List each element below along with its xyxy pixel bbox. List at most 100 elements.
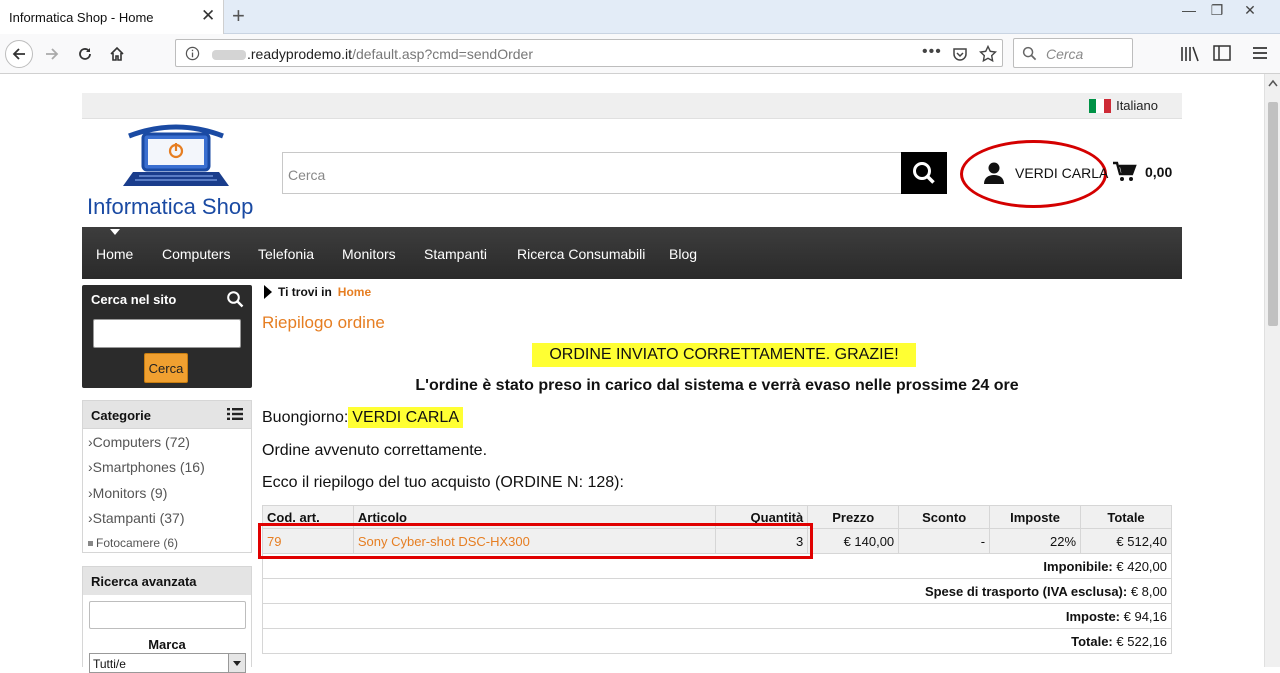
close-tab-icon[interactable]: ✕ — [201, 7, 215, 25]
shipping-row: Spese di trasporto (IVA esclusa): € 8,00 — [262, 578, 1172, 604]
annotation-rectangle — [258, 523, 813, 559]
list-icon[interactable] — [227, 407, 243, 421]
total-value: € 522,16 — [1116, 633, 1167, 649]
breadcrumb: Ti trovi in Home — [264, 285, 371, 299]
greeting: Buongiorno: VERDI CARLA — [262, 407, 463, 428]
back-icon[interactable] — [5, 40, 33, 68]
browser-toolbar: .readyprodemo.it/default.asp?cmd=sendOrd… — [0, 34, 1280, 74]
page-title: Riepilogo ordine — [262, 313, 385, 332]
category-stampanti[interactable]: ›Stampanti (37) — [88, 510, 185, 526]
col-header-discount: Sconto — [898, 505, 991, 529]
menu-item-blog[interactable]: Blog — [669, 246, 697, 262]
hamburger-menu-icon[interactable] — [1252, 46, 1268, 60]
imponibile-value: € 420,00 — [1116, 558, 1167, 574]
browser-tab-strip: Informatica Shop - Home ✕ + — ❐ ✕ — [0, 0, 1280, 35]
chevron-down-icon — [228, 654, 245, 672]
site-search-input[interactable]: Cerca — [282, 152, 902, 194]
bullet-square-icon — [88, 541, 93, 547]
forward-icon[interactable] — [38, 40, 66, 68]
col-header-tax: Imposte — [989, 505, 1082, 529]
advanced-search-box: Ricerca avanzata Marca Tutti/e — [82, 566, 252, 673]
menu-caret-icon — [110, 229, 120, 235]
advanced-search-input[interactable] — [89, 601, 246, 629]
main-menu: Home Computers Telefonia Monitors Stampa… — [82, 227, 1182, 279]
browser-search-field[interactable]: Cerca — [1013, 38, 1133, 68]
tax-value: € 94,16 — [1123, 608, 1167, 624]
language-strip: Italiano — [82, 93, 1182, 119]
col-header-price: Prezzo — [807, 505, 900, 529]
col-header-total: Totale — [1080, 505, 1172, 529]
category-monitors[interactable]: ›Monitors (9) — [88, 485, 167, 501]
home-icon[interactable] — [103, 40, 131, 68]
pocket-icon[interactable] — [952, 46, 968, 62]
restore-icon[interactable]: ❐ — [1202, 2, 1232, 19]
tab-title: Informatica Shop - Home — [9, 10, 154, 25]
url-text: .readyprodemo.it/default.asp?cmd=sendOrd… — [212, 46, 533, 62]
triangle-right-icon — [264, 285, 272, 299]
brand-select[interactable]: Tutti/e — [89, 653, 246, 673]
order-confirm-text: Ordine avvenuto correttamente. — [262, 442, 488, 459]
categories-header: Categorie — [83, 401, 251, 429]
site-logo[interactable]: Informatica Shop — [85, 124, 270, 220]
cart-icon — [1113, 161, 1137, 181]
browser-tab[interactable]: Informatica Shop - Home ✕ — [0, 0, 224, 35]
site-search-button[interactable] — [901, 152, 947, 194]
user-icon — [984, 162, 1004, 184]
cart-link[interactable]: 0,00 — [1113, 161, 1172, 183]
user-account-link[interactable]: VERDI CARLA — [983, 161, 1108, 185]
cart-total: 0,00 — [1145, 164, 1173, 180]
breadcrumb-home-link[interactable]: Home — [338, 285, 371, 299]
advanced-search-header: Ricerca avanzata — [83, 567, 251, 595]
shipping-value: € 8,00 — [1130, 583, 1167, 599]
sidebar-toggle-icon[interactable] — [1213, 45, 1231, 61]
new-tab-icon[interactable]: + — [232, 3, 245, 29]
page-actions-icon[interactable]: ••• — [922, 43, 942, 61]
sidebar-search-input[interactable] — [93, 319, 241, 348]
sidebar-search-title: Cerca nel sito — [91, 292, 177, 307]
window-close-icon[interactable]: ✕ — [1235, 2, 1265, 19]
brand-label: Marca — [148, 637, 186, 652]
menu-item-ricerca-consumabili[interactable]: Ricerca Consumabili — [517, 246, 645, 262]
site-search-placeholder: Cerca — [288, 167, 326, 183]
menu-item-monitors[interactable]: Monitors — [342, 246, 396, 262]
categories-box: Categorie ›Computers (72) ›Smartphones (… — [82, 400, 252, 553]
search-icon — [913, 162, 935, 184]
minimize-icon[interactable]: — — [1174, 2, 1204, 18]
page-scrollbar[interactable] — [1264, 74, 1280, 667]
search-icon — [1022, 46, 1037, 61]
library-icon[interactable] — [1180, 45, 1200, 63]
info-icon[interactable] — [185, 46, 200, 61]
logo-text: Informatica Shop — [87, 194, 254, 219]
menu-item-computers[interactable]: Computers — [162, 246, 230, 262]
bookmark-star-icon[interactable] — [979, 45, 997, 63]
language-label: Italiano — [1116, 98, 1158, 113]
menu-item-telefonia[interactable]: Telefonia — [258, 246, 314, 262]
item-price: € 140,00 — [807, 528, 900, 554]
search-icon — [227, 291, 244, 308]
total-row: Totale: € 522,16 — [262, 628, 1172, 654]
user-name: VERDI CARLA — [1015, 165, 1109, 181]
categories-title: Categorie — [91, 408, 151, 423]
processing-notice: L'ordine è stato preso in carico dal sis… — [415, 377, 1019, 394]
browser-search-placeholder: Cerca — [1046, 46, 1084, 62]
scrollbar-thumb[interactable] — [1268, 102, 1278, 326]
language-selector[interactable]: Italiano — [1089, 98, 1158, 113]
scroll-up-icon[interactable] — [1268, 79, 1278, 87]
tax-row: Imposte: € 94,16 — [262, 603, 1172, 629]
reload-icon[interactable] — [71, 40, 99, 68]
laptop-logo-icon — [123, 124, 229, 186]
menu-item-home[interactable]: Home — [96, 246, 133, 262]
category-smartphones[interactable]: ›Smartphones (16) — [88, 459, 205, 475]
italy-flag-icon — [1089, 98, 1112, 113]
address-bar[interactable]: .readyprodemo.it/default.asp?cmd=sendOrd… — [175, 39, 1003, 67]
order-summary-text: Ecco il riepilogo del tuo acquisto (ORDI… — [262, 474, 624, 491]
sidebar-search-button[interactable]: Cerca — [144, 353, 188, 383]
category-computers[interactable]: ›Computers (72) — [88, 434, 190, 450]
sidebar-search-box: Cerca nel sito Cerca — [82, 285, 252, 388]
greeting-name: VERDI CARLA — [348, 407, 463, 428]
category-fotocamere[interactable]: Fotocamere (6) — [88, 536, 178, 550]
menu-item-stampanti[interactable]: Stampanti — [424, 246, 487, 262]
item-tax: 22% — [989, 528, 1082, 554]
success-banner: ORDINE INVIATO CORRETTAMENTE. GRAZIE! — [532, 343, 916, 367]
item-total: € 512,40 — [1080, 528, 1172, 554]
